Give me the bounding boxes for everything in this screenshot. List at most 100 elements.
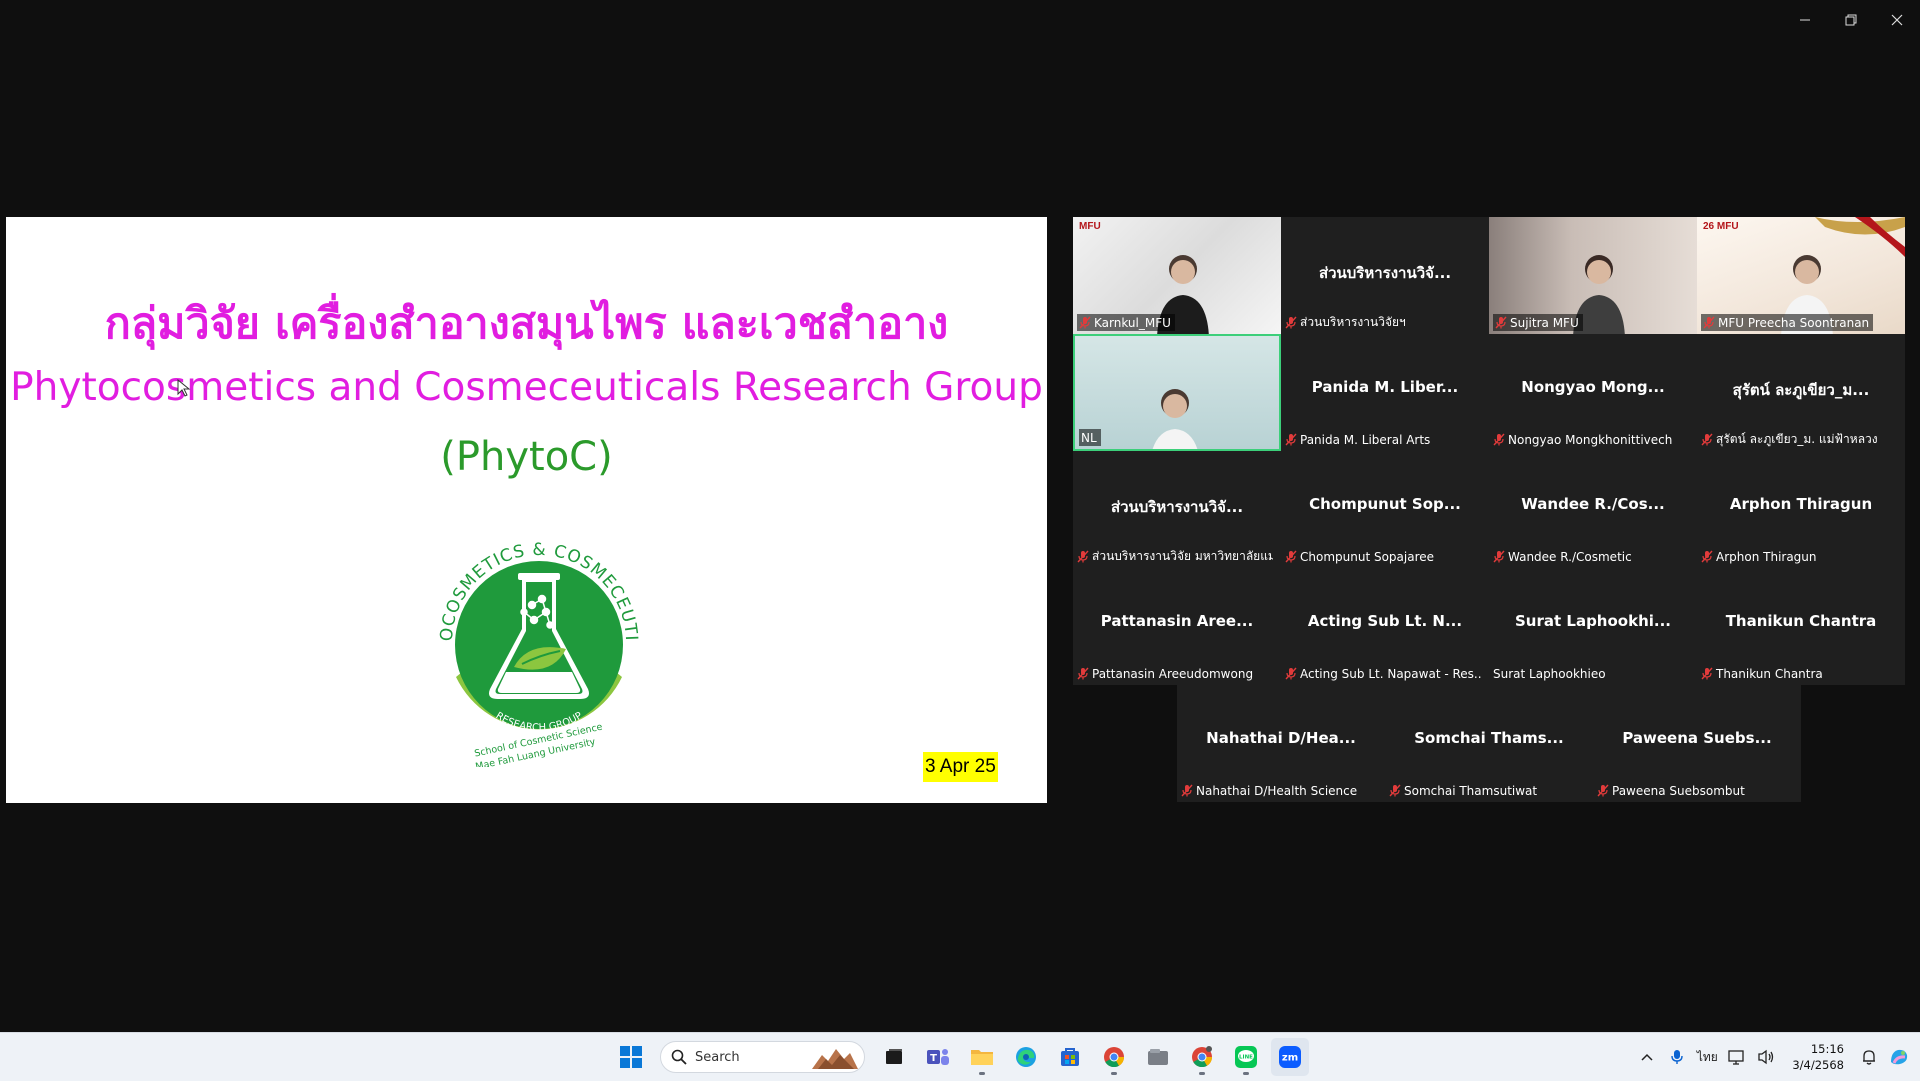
- participant-name-text: Chompunut Sopajaree: [1300, 549, 1435, 564]
- video-overlay-logo: MFU: [1079, 221, 1101, 232]
- participant-name-label: Panida M. Liberal Arts: [1285, 431, 1430, 448]
- clock-date: 3/4/2568: [1792, 1058, 1844, 1072]
- folder-icon: [971, 1050, 993, 1065]
- participant-tile[interactable]: สุรัตน์ ละภูเขียว_ม... สุรัตน์ ละภูเขียว_…: [1697, 334, 1905, 451]
- search-highlight-icon: [812, 1049, 858, 1069]
- participant-name-text: MFU Preecha Soontranan: [1718, 315, 1870, 330]
- participant-tile[interactable]: ส่วนบริหารงานวิจั... ส่วนบริหารงานวิจัยฯ: [1281, 217, 1489, 334]
- participant-tile[interactable]: Sujitra MFU: [1489, 217, 1697, 334]
- window-controls: [1782, 0, 1920, 40]
- muted-mic-icon: [1493, 433, 1505, 446]
- participant-tile[interactable]: Nongyao Mong... Nongyao Mongkhonittivech: [1489, 334, 1697, 451]
- volume-tray-button[interactable]: [1756, 1033, 1778, 1081]
- copilot-button[interactable]: [1888, 1033, 1910, 1081]
- input-language-button[interactable]: ไทย: [1696, 1033, 1718, 1081]
- copilot-icon: [1891, 1049, 1908, 1065]
- slide-subtitle: (PhytoC): [440, 434, 613, 480]
- participant-name-text: Panida M. Liberal Arts: [1300, 432, 1431, 447]
- edge-icon: [1016, 1047, 1036, 1067]
- search-label: Search: [695, 1049, 740, 1065]
- participant-tile[interactable]: NL: [1073, 334, 1281, 451]
- muted-mic-icon: [1181, 784, 1193, 797]
- participant-display-name: ส่วนบริหารงานวิจั...: [1110, 498, 1244, 516]
- files-icon: [1148, 1049, 1168, 1065]
- participant-name-label: Karnkul_MFU: [1077, 314, 1175, 331]
- participant-name-label: Wandee R./Cosmetic: [1493, 548, 1632, 565]
- task-view-button[interactable]: [875, 1038, 913, 1076]
- close-icon: [1891, 14, 1903, 26]
- participant-tile[interactable]: Paweena Suebs... Paweena Suebsombut: [1593, 685, 1801, 802]
- phytoc-logo: PHYTOCOSMETICS & COSMECEUTICALS RESEARCH…: [424, 517, 640, 767]
- store-icon: [1061, 1048, 1079, 1066]
- participant-tile[interactable]: MFU Karnkul_MFU: [1073, 217, 1281, 334]
- participant-display-name: Panida M. Liber...: [1311, 378, 1459, 396]
- participant-tile[interactable]: Pattanasin Aree... Pattanasin Areeudomwon…: [1073, 568, 1281, 685]
- shared-screen-slide[interactable]: กลุ่มวิจัย เครื่องสำอางสมุนไพร และเวชสำอ…: [6, 217, 1047, 803]
- muted-mic-icon: [1285, 667, 1297, 680]
- participant-tile[interactable]: Arphon Thiragun Arphon Thiragun: [1697, 451, 1905, 568]
- taskbar-search-box[interactable]: Search: [660, 1041, 865, 1073]
- zoom-icon: zm: [1279, 1046, 1301, 1068]
- participant-name-text: Somchai Thamsutiwat: [1404, 783, 1538, 798]
- muted-mic-icon: [1701, 667, 1713, 680]
- participant-name-text: Arphon Thiragun: [1716, 549, 1817, 564]
- svg-text:LINE: LINE: [1239, 1055, 1253, 1061]
- participant-name-text: ส่วนบริหารงานวิจัย มหาวิทยาลัยแม่...: [1092, 549, 1273, 563]
- slide-title-thai: กลุ่มวิจัย เครื่องสำอางสมุนไพร และเวชสำอ…: [104, 299, 949, 349]
- participant-tile[interactable]: Chompunut Sop... Chompunut Sopajaree: [1281, 451, 1489, 568]
- restore-icon: [1845, 14, 1857, 26]
- participant-tile[interactable]: Surat Laphookhi... Surat Laphookhieo: [1489, 568, 1697, 685]
- line-button[interactable]: LINE: [1227, 1038, 1265, 1076]
- chevron-up-icon: [1641, 1053, 1653, 1061]
- network-tray-button[interactable]: [1726, 1033, 1748, 1081]
- participant-tile[interactable]: Nahathai D/Hea... Nahathai D/Health Scien…: [1177, 685, 1385, 802]
- participant-display-name: Paweena Suebs...: [1622, 729, 1772, 747]
- participant-tile[interactable]: Somchai Thams... Somchai Thamsutiwat: [1385, 685, 1593, 802]
- teams-icon: T: [927, 1049, 949, 1065]
- files-button[interactable]: [1139, 1038, 1177, 1076]
- participant-tile[interactable]: ส่วนบริหารงานวิจั... ส่วนบริหารงานวิจัย ม…: [1073, 451, 1281, 568]
- file-explorer-button[interactable]: [963, 1038, 1001, 1076]
- tray-overflow-button[interactable]: [1636, 1033, 1658, 1081]
- participant-name-label: Arphon Thiragun: [1701, 548, 1817, 565]
- task-view-icon: [886, 1049, 902, 1064]
- participant-tile[interactable]: Thanikun Chantra Thanikun Chantra: [1697, 568, 1905, 685]
- edge-button[interactable]: [1007, 1038, 1045, 1076]
- chrome-button[interactable]: [1095, 1038, 1133, 1076]
- participant-tile[interactable]: 26 MFU MFU Preecha Soontranan: [1697, 217, 1905, 334]
- participant-name-text: Sujitra MFU: [1510, 315, 1579, 330]
- restore-button[interactable]: [1828, 0, 1874, 40]
- participant-name-label: Nahathai D/Health Science: [1181, 782, 1357, 799]
- participant-tile[interactable]: Acting Sub Lt. N... Acting Sub Lt. Napawa…: [1281, 568, 1489, 685]
- chrome-profile-icon: [1192, 1046, 1213, 1068]
- svg-text:T: T: [930, 1053, 937, 1064]
- participant-name-text: NL: [1081, 430, 1097, 445]
- muted-mic-icon: [1077, 667, 1089, 680]
- microphone-icon: [1671, 1050, 1684, 1064]
- bell-icon: [1863, 1050, 1875, 1065]
- system-tray: ไทย 15:16 3/4/2568: [1636, 1033, 1920, 1081]
- participant-display-name: Chompunut Sop...: [1309, 495, 1461, 513]
- windows-logo-icon: [620, 1046, 642, 1068]
- participant-name-text: Pattanasin Areeudomwong: [1092, 666, 1254, 681]
- slide-date-badge: 3 Apr 25: [923, 752, 998, 782]
- teams-button[interactable]: T: [919, 1038, 957, 1076]
- participant-tile[interactable]: Wandee R./Cos... Wandee R./Cosmetic: [1489, 451, 1697, 568]
- mouse-cursor-icon: [177, 379, 191, 397]
- muted-mic-icon: [1389, 784, 1401, 797]
- muted-mic-icon: [1285, 550, 1297, 563]
- zoom-button[interactable]: zm: [1271, 1038, 1309, 1076]
- participant-name-text: Karnkul_MFU: [1094, 315, 1171, 330]
- muted-mic-icon: [1493, 550, 1505, 563]
- close-button[interactable]: [1874, 0, 1920, 40]
- participant-tile[interactable]: Panida M. Liber... Panida M. Liberal Arts: [1281, 334, 1489, 451]
- windows-start-button[interactable]: [612, 1038, 650, 1076]
- minimize-button[interactable]: [1782, 0, 1828, 40]
- chrome-profile-button[interactable]: [1183, 1038, 1221, 1076]
- participant-display-name: Arphon Thiragun: [1729, 495, 1873, 513]
- microsoft-store-button[interactable]: [1051, 1038, 1089, 1076]
- network-icon: [1728, 1050, 1744, 1065]
- notifications-button[interactable]: [1858, 1033, 1880, 1081]
- microphone-tray-button[interactable]: [1666, 1033, 1688, 1081]
- taskbar-clock[interactable]: 15:16 3/4/2568: [1786, 1041, 1850, 1073]
